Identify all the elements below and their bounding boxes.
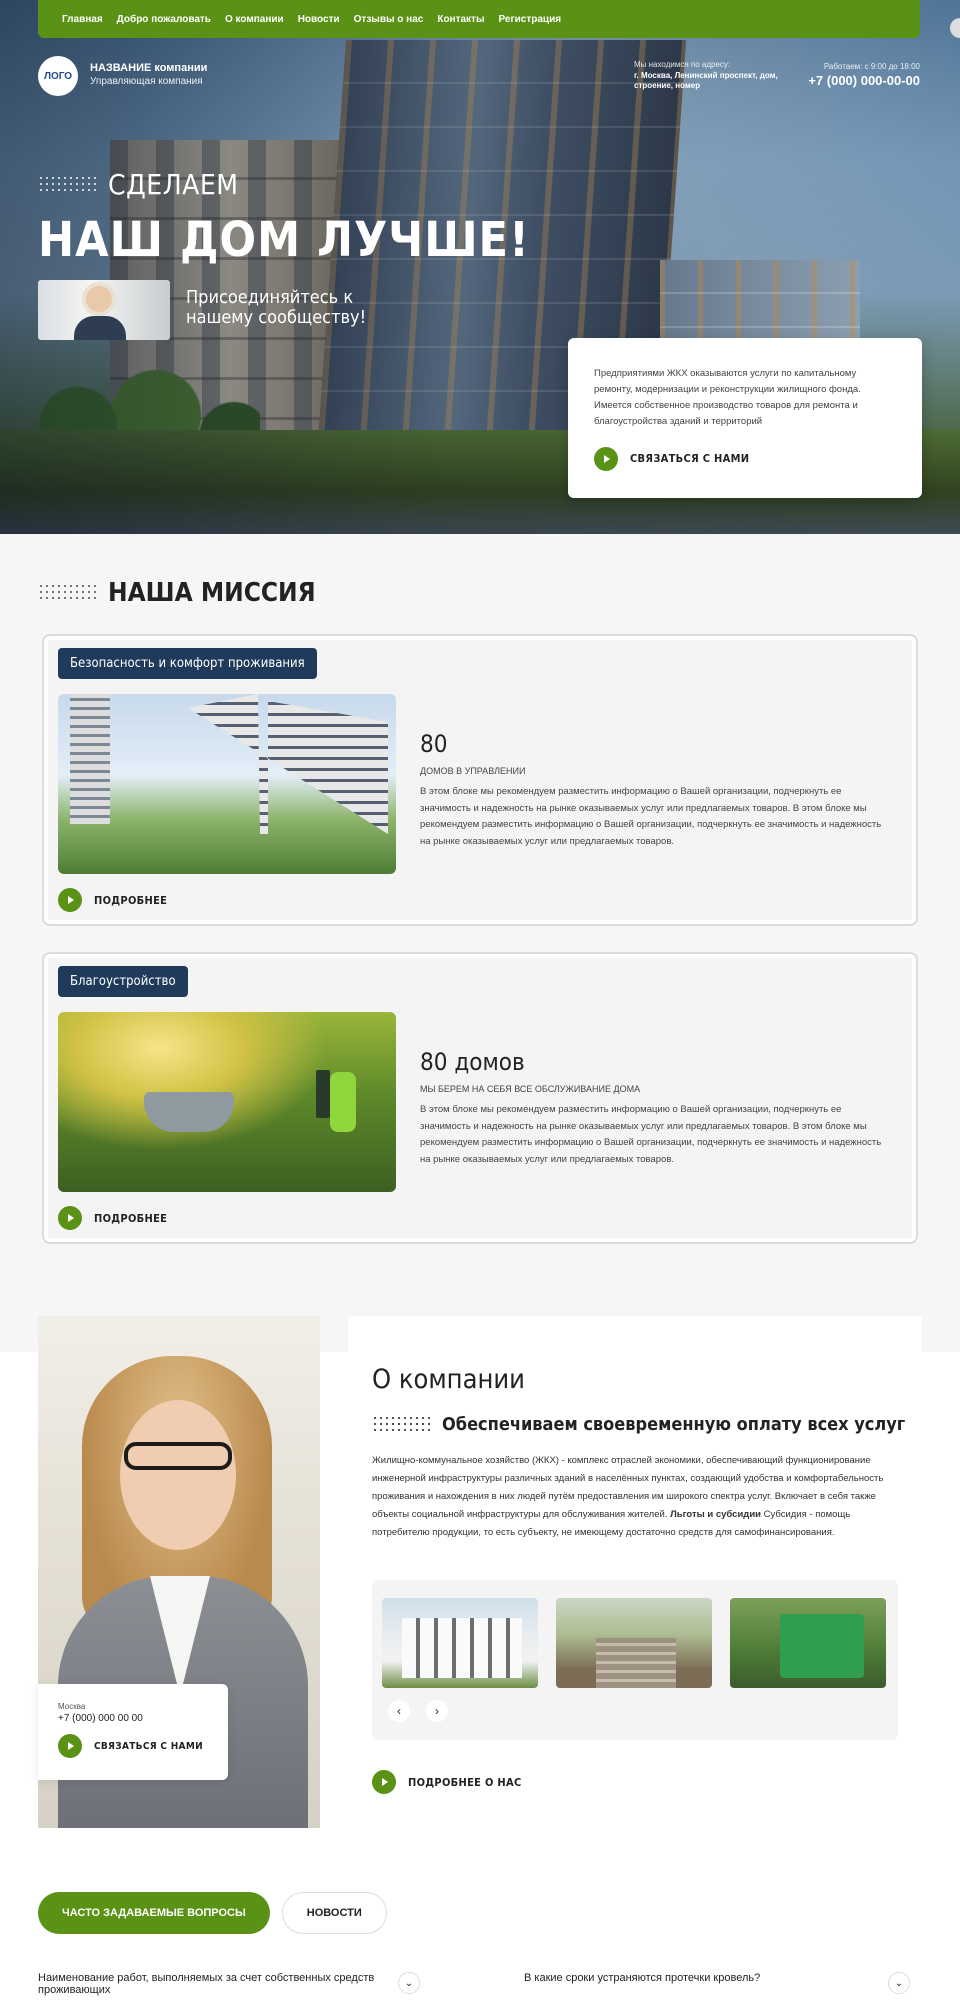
hero-eyebrow: СДЕЛАЕМ bbox=[38, 168, 239, 201]
mission-card-tag: Благоустройство bbox=[58, 966, 188, 997]
play-arrow-icon bbox=[372, 1770, 396, 1794]
header-phone[interactable]: +7 (000) 000-00-00 bbox=[800, 73, 920, 88]
mission-title: НАША МИССИЯ bbox=[108, 578, 316, 608]
landscaping-image bbox=[58, 1012, 396, 1192]
mission-card-subtitle: МЫ БЕРЕМ НА СЕБЯ ВСЕ ОБСЛУЖИВАНИЕ ДОМА bbox=[420, 1084, 641, 1094]
hours-block: Работаем: с 9:00 до 18:00 +7 (000) 000-0… bbox=[800, 62, 920, 88]
hero-card-text: Предприятиями ЖКХ оказываются услуги по … bbox=[594, 368, 861, 428]
chevron-down-icon[interactable]: ⌄ bbox=[888, 1972, 910, 1994]
nav-item-about[interactable]: О компании bbox=[225, 14, 284, 25]
nav-item-welcome[interactable]: Добро пожаловать bbox=[117, 14, 211, 25]
nav-item-register[interactable]: Регистрация bbox=[499, 14, 562, 25]
faq-question: В какие сроки устраняются протечки крове… bbox=[524, 1972, 761, 1984]
chevron-down-icon[interactable]: ⌄ bbox=[398, 1972, 420, 1994]
about-text-bold: Льготы и субсидии bbox=[670, 1509, 762, 1521]
contact-city: Москва bbox=[58, 1702, 86, 1711]
about-gallery: ‹ › bbox=[372, 1580, 898, 1740]
nav-item-home[interactable]: Главная bbox=[62, 14, 103, 25]
brand: НАЗВАНИЕ компании Управляющая компания bbox=[90, 62, 207, 87]
dots-decoration-icon bbox=[38, 174, 96, 195]
about-more-label: ПОДРОБНЕЕ О НАС bbox=[408, 1775, 522, 1789]
company-subtitle: Управляющая компания bbox=[90, 76, 203, 87]
faq-tabs: ЧАСТО ЗАДАВАЕМЫЕ ВОПРОСЫ НОВОСТИ bbox=[38, 1892, 387, 1934]
mission-card-text: В этом блоке мы рекомендуем разместить и… bbox=[420, 1104, 882, 1165]
about-subtitle: Обеспечиваем своевременную оплату всех у… bbox=[442, 1414, 906, 1435]
mission-card-number: 80 домов bbox=[420, 1048, 525, 1076]
more-button[interactable]: ПОДРОБНЕЕ bbox=[58, 888, 167, 912]
chevron-left-icon[interactable]: ‹ bbox=[388, 1700, 410, 1722]
hours-label: Работаем: с 9:00 до 18:00 bbox=[823, 62, 920, 71]
contact-card: Москва +7 (000) 000 00 00 СВЯЗАТЬСЯ С НА… bbox=[38, 1684, 228, 1780]
contact-us-button[interactable]: СВЯЗАТЬСЯ С НАМИ bbox=[58, 1734, 208, 1758]
about-title: О компании bbox=[372, 1364, 525, 1395]
hero-join-text: Присоединяйтесь к нашему сообществу! bbox=[186, 287, 367, 328]
play-arrow-icon bbox=[58, 1206, 82, 1230]
address-block: Мы находимся по адресу: г. Москва, Ленин… bbox=[634, 60, 794, 92]
mission-card-subtitle: ДОМОВ В УПРАВЛЕНИИ bbox=[420, 766, 526, 776]
dots-decoration-icon bbox=[372, 1414, 430, 1435]
nav-item-news[interactable]: Новости bbox=[298, 14, 340, 25]
company-name: НАЗВАНИЕ компании bbox=[90, 62, 208, 74]
mission-card-number: 80 bbox=[420, 730, 448, 758]
photo-face bbox=[120, 1400, 236, 1550]
nav-item-contacts[interactable]: Контакты bbox=[437, 14, 484, 25]
nav-item-reviews[interactable]: Отзывы о нас bbox=[354, 14, 424, 25]
hero-info-card: Предприятиями ЖКХ оказываются услуги по … bbox=[568, 338, 922, 498]
tab-faq[interactable]: ЧАСТО ЗАДАВАЕМЫЕ ВОПРОСЫ bbox=[38, 1892, 270, 1934]
mission-card: Безопасность и комфорт проживания 80 ДОМ… bbox=[42, 634, 918, 926]
community-photo bbox=[38, 280, 170, 340]
dots-decoration-icon bbox=[38, 583, 96, 603]
contact-us-label: СВЯЗАТЬСЯ С НАМИ bbox=[94, 1740, 203, 1752]
chevron-right-icon[interactable]: › bbox=[426, 1700, 448, 1722]
more-label: ПОДРОБНЕЕ bbox=[94, 893, 168, 907]
hero-eyebrow-text: СДЕЛАЕМ bbox=[108, 168, 239, 201]
mission-card-text: В этом блоке мы рекомендуем разместить и… bbox=[420, 786, 882, 847]
tab-news[interactable]: НОВОСТИ bbox=[281, 1892, 387, 1934]
faq-item[interactable]: В какие сроки устраняются протечки крове… bbox=[524, 1972, 910, 1994]
contact-us-button[interactable]: СВЯЗАТЬСЯ С НАМИ bbox=[594, 446, 896, 471]
address-label: Мы находимся по адресу: bbox=[634, 60, 731, 69]
play-arrow-icon bbox=[58, 888, 82, 912]
gallery-image-houses[interactable] bbox=[382, 1598, 538, 1688]
address-value: г. Москва, Ленинский проспект, дом, стро… bbox=[634, 71, 778, 91]
gallery-image-construction[interactable] bbox=[556, 1598, 712, 1688]
top-navigation: Главная Добро пожаловать О компании Ново… bbox=[38, 0, 920, 38]
about-more-button[interactable]: ПОДРОБНЕЕ О НАС bbox=[372, 1770, 522, 1794]
about-text: Жилищно-коммунальное хозяйство (ЖКХ) - к… bbox=[372, 1452, 892, 1542]
mission-card-tag: Безопасность и комфорт проживания bbox=[58, 648, 317, 679]
play-arrow-icon bbox=[58, 1734, 82, 1758]
about-subtitle-row: Обеспечиваем своевременную оплату всех у… bbox=[372, 1414, 905, 1435]
contact-us-label: СВЯЗАТЬСЯ С НАМИ bbox=[630, 452, 750, 466]
mission-header: НАША МИССИЯ bbox=[38, 578, 316, 608]
play-arrow-icon bbox=[594, 446, 618, 471]
contact-phone[interactable]: +7 (000) 000 00 00 bbox=[58, 1713, 208, 1724]
logo[interactable]: ЛОГО bbox=[38, 56, 78, 96]
photo-glasses bbox=[124, 1442, 232, 1470]
hero-title: НАШ ДОМ ЛУЧШЕ! bbox=[38, 212, 530, 268]
faq-item[interactable]: Наименование работ, выполняемых за счет … bbox=[38, 1972, 420, 1996]
city-buildings-image bbox=[58, 694, 396, 874]
more-label: ПОДРОБНЕЕ bbox=[94, 1211, 168, 1225]
more-button[interactable]: ПОДРОБНЕЕ bbox=[58, 1206, 167, 1230]
faq-question: Наименование работ, выполняемых за счет … bbox=[38, 1972, 375, 1996]
mission-card: Благоустройство 80 домов МЫ БЕРЕМ НА СЕБ… bbox=[42, 952, 918, 1244]
gallery-image-garbage-truck[interactable] bbox=[730, 1598, 886, 1688]
